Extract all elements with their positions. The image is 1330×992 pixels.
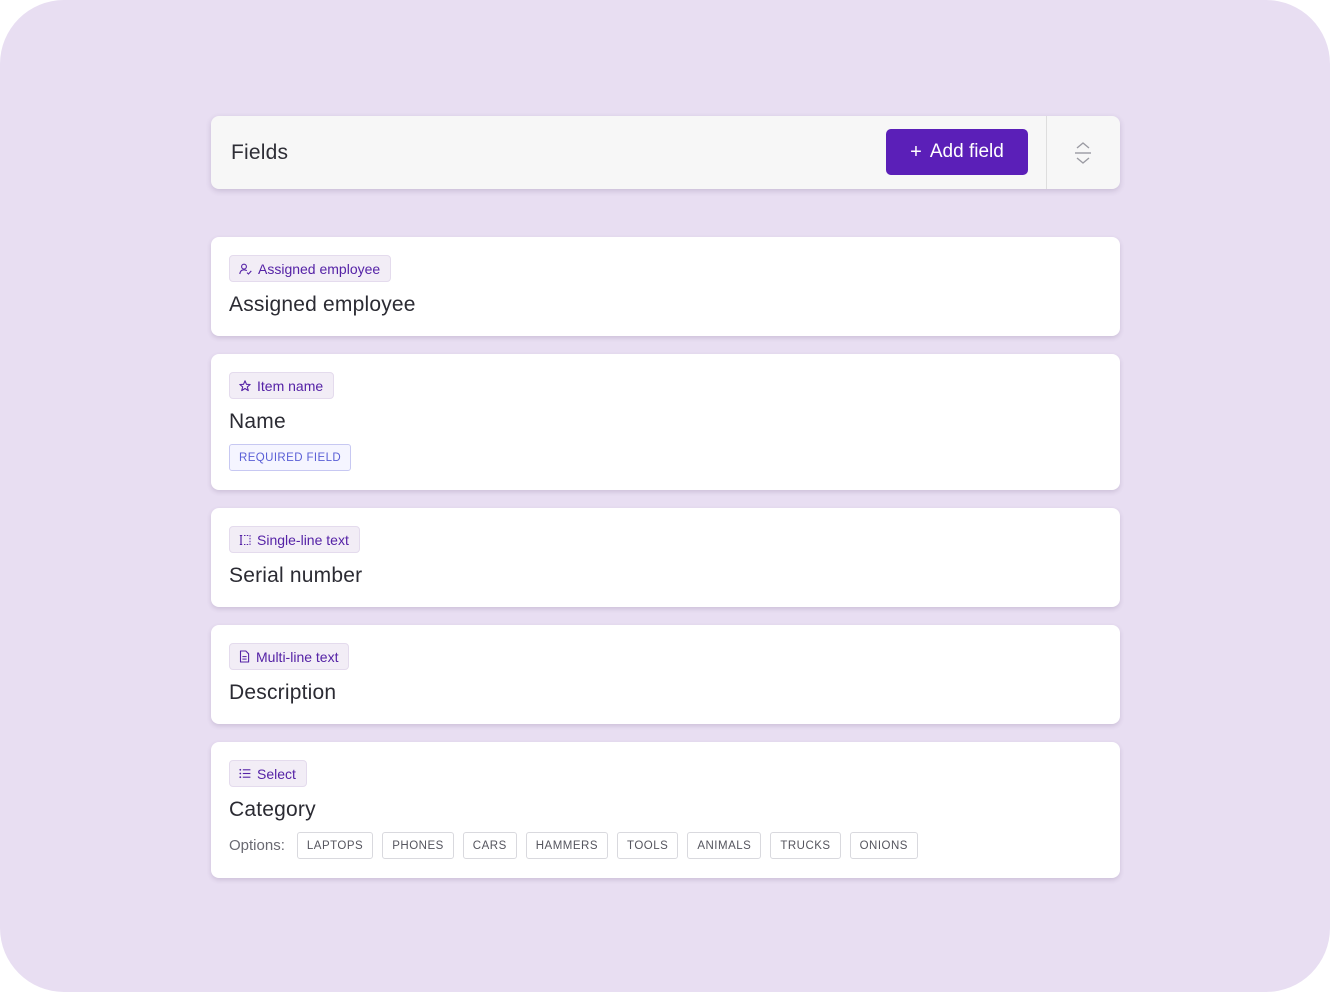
- field-card-category[interactable]: Select Category Options: LAPTOPS PHONES …: [211, 742, 1120, 878]
- field-name: Description: [229, 681, 337, 704]
- plus-icon: +: [910, 140, 922, 163]
- header-divider: [1046, 116, 1047, 189]
- collapse-icon: [1075, 142, 1091, 164]
- field-name: Name: [229, 410, 286, 433]
- field-card-description[interactable]: Multi-line text Description: [211, 625, 1120, 724]
- list-icon: [239, 768, 251, 779]
- field-type-chip: Single-line text: [229, 526, 360, 553]
- option-tag: CARS: [462, 832, 517, 859]
- option-tag: HAMMERS: [525, 832, 609, 859]
- field-name: Assigned employee: [229, 293, 416, 316]
- field-card-assigned-employee[interactable]: Assigned employee Assigned employee: [211, 237, 1120, 336]
- document-icon: [239, 650, 250, 663]
- field-type-chip: Select: [229, 760, 307, 787]
- field-type-label: Single-line text: [257, 531, 349, 548]
- field-type-label: Select: [257, 765, 296, 782]
- option-tag: ONIONS: [849, 832, 918, 859]
- person-check-icon: [239, 263, 252, 275]
- field-name: Serial number: [229, 564, 363, 587]
- option-tag: ANIMALS: [687, 832, 762, 859]
- options-list: Options: LAPTOPS PHONES CARS HAMMERS TOO…: [229, 832, 927, 859]
- option-tag: PHONES: [382, 832, 454, 859]
- add-field-button-label: Add field: [929, 141, 1004, 162]
- field-name: Category: [229, 798, 316, 821]
- text-cursor-box-icon: [239, 534, 251, 545]
- page-title: Fields: [231, 141, 289, 164]
- option-tag: TRUCKS: [770, 832, 841, 859]
- fields-header: Fields + Add field: [211, 116, 1120, 189]
- options-label: Options:: [229, 837, 285, 854]
- page-background: Fields + Add field Assigned employee Ass…: [0, 0, 1330, 992]
- option-tag: TOOLS: [617, 832, 679, 859]
- collapse-all-button[interactable]: [1062, 136, 1104, 170]
- field-card-name[interactable]: Item name Name REQUIRED FIELD: [211, 354, 1120, 490]
- required-field-badge: REQUIRED FIELD: [229, 444, 352, 471]
- field-type-chip: Multi-line text: [229, 643, 350, 670]
- field-type-label: Item name: [257, 377, 324, 394]
- field-type-label: Multi-line text: [256, 648, 339, 665]
- option-tag: LAPTOPS: [296, 832, 374, 859]
- field-type-chip: Item name: [229, 372, 335, 399]
- add-field-button[interactable]: + Add field: [886, 129, 1028, 175]
- field-card-serial-number[interactable]: Single-line text Serial number: [211, 508, 1120, 607]
- star-icon: [239, 379, 251, 391]
- field-type-chip: Assigned employee: [229, 255, 392, 282]
- field-type-label: Assigned employee: [258, 260, 381, 277]
